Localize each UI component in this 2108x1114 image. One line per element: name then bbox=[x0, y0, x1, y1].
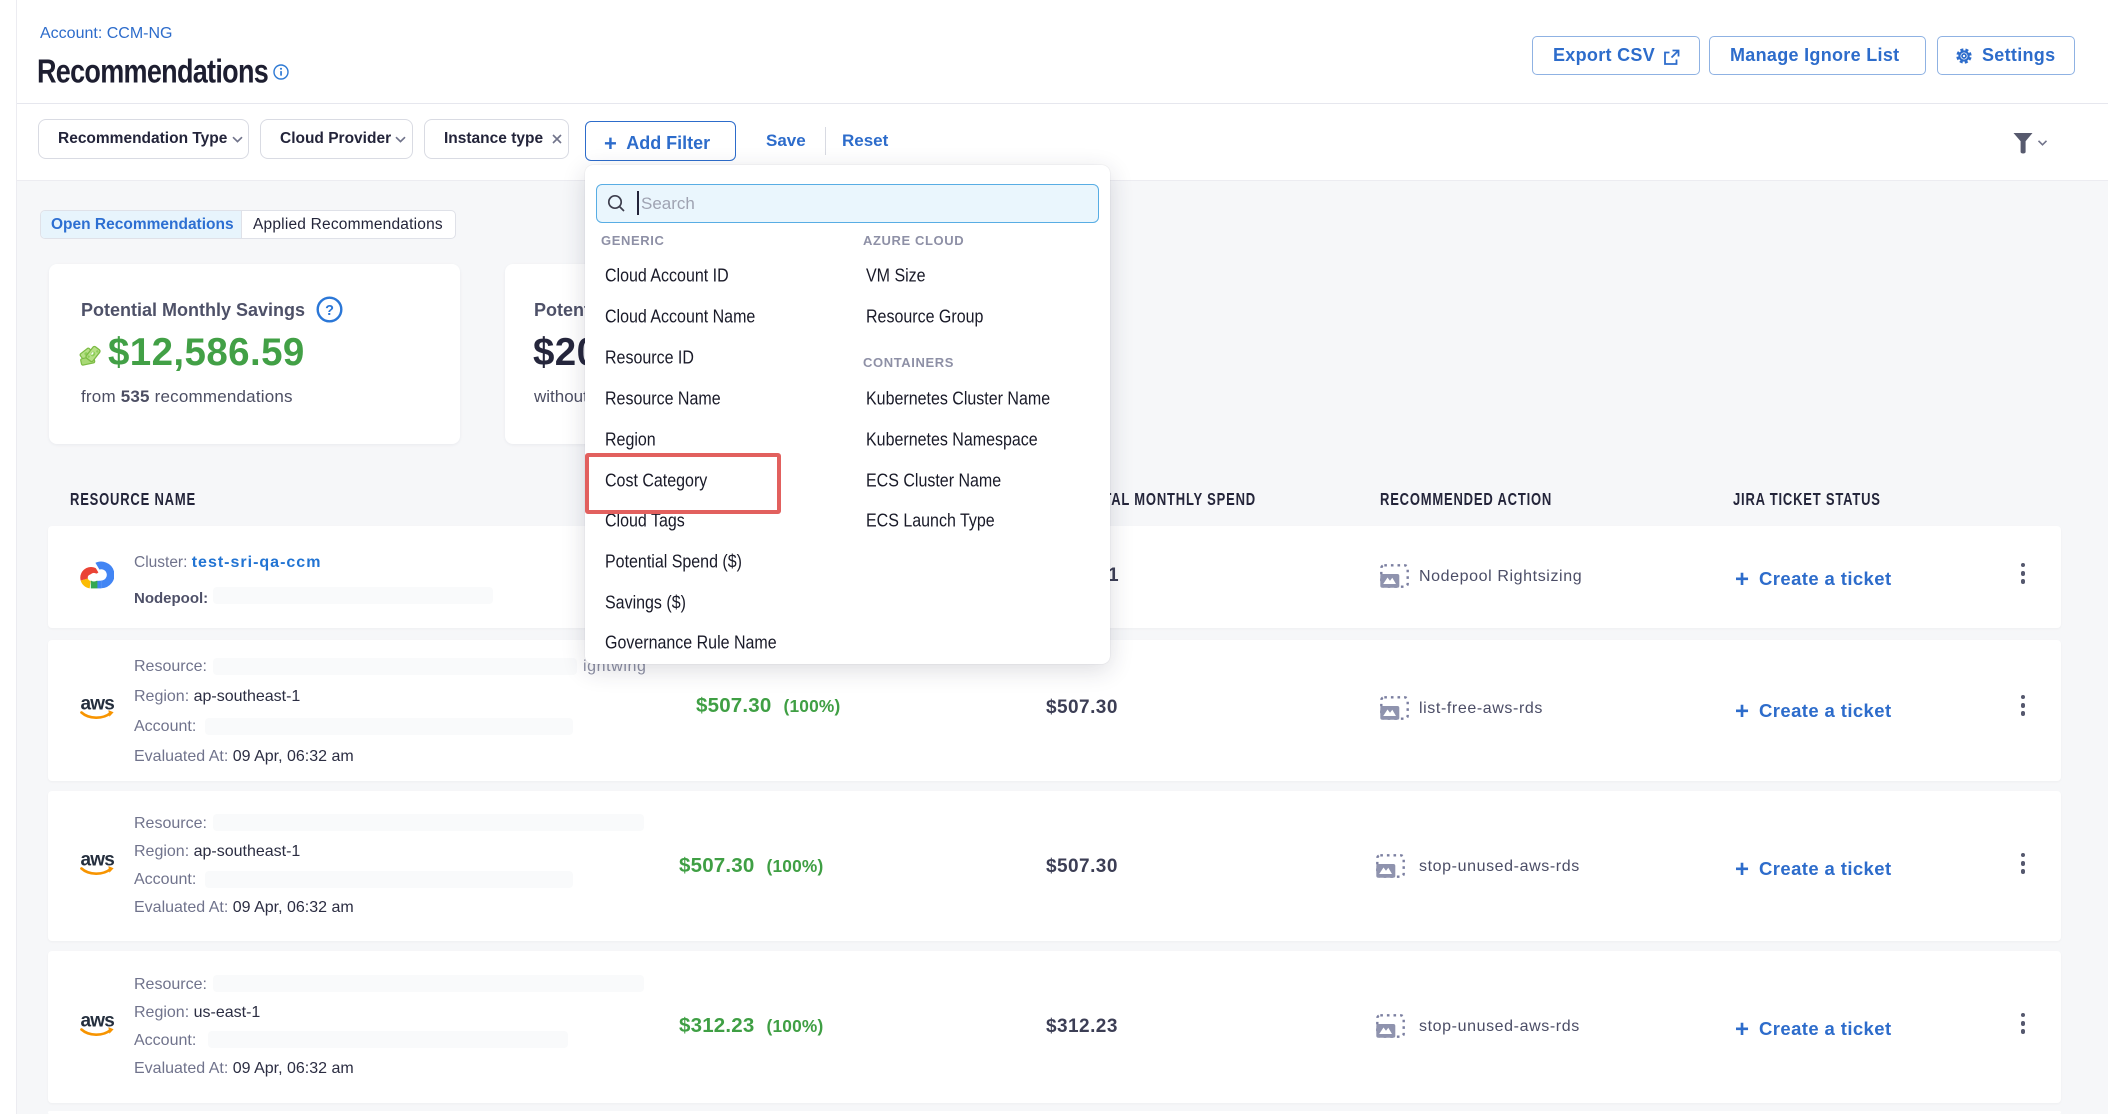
svg-text:?: ? bbox=[325, 303, 334, 319]
